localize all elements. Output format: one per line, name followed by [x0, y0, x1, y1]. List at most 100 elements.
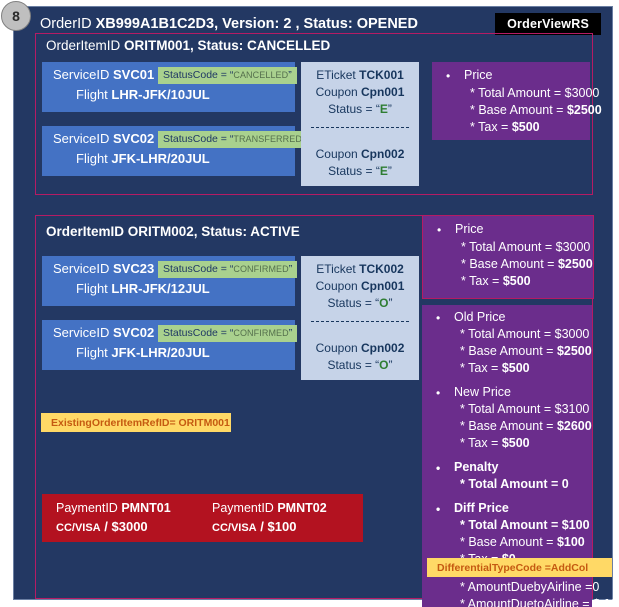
status-code-prefix: StatusCode = “ [163, 263, 234, 275]
coupon-label: Coupon [315, 341, 358, 355]
service-id-label: ServiceID [53, 67, 110, 82]
amount-due-to-airline-label: * AmountDuetoAirline = [460, 597, 594, 607]
payment-method-row: CC/VISA / $3000 [56, 519, 171, 534]
price-heading-text: Price [455, 222, 484, 236]
coupon-label: Coupon [315, 85, 358, 99]
price-base-value: $2500 [557, 257, 593, 271]
step-number-badge: 8 [1, 1, 31, 31]
coupon-1-status-row: Status = “O” [301, 296, 419, 310]
status-code-badge: StatusCode = “CANCELLED” [158, 67, 297, 84]
payment-box[interactable]: PaymentID PMNT01 CC/VISA / $3000 Payment… [42, 494, 363, 542]
service-id-label: ServiceID [53, 131, 110, 146]
payment-method-row: CC/VISA / $100 [212, 519, 327, 534]
price-tax-row: * Tax = $500 [470, 120, 540, 134]
coupon-status-prefix: Status = “ [328, 102, 380, 116]
flight-row: Flight JFK-LHR/20JUL [76, 151, 210, 166]
price-box-item2[interactable]: • Price * Total Amount = $3000 * Base Am… [422, 215, 594, 299]
old-price-base-row: * Base Amount = $2500 [460, 344, 592, 358]
price-heading: • Price [446, 68, 492, 83]
service-id-label: ServiceID [53, 325, 110, 340]
penalty-total-row: * Total Amount = 0 [460, 477, 569, 491]
new-price-base-row: * Base Amount = $2600 [460, 419, 592, 433]
status-code-badge: StatusCode = “CONFIRMED” [158, 325, 298, 342]
service-id-row: ServiceID SVC02 [53, 131, 154, 146]
eticket-number-row: ETicket TCK001 [301, 68, 419, 82]
service-box-svc01[interactable]: ServiceID SVC01 Flight LHR-JFK/10JUL Sta… [42, 62, 297, 112]
eticket-box-tck001[interactable]: ETicket TCK001 Coupon Cpn001 Status = “E… [301, 62, 419, 186]
status-code-badge: StatusCode = “CONFIRMED” [158, 261, 298, 278]
order-id-value: XB999A1B1C2D3, Version: 2 , Status: OPEN… [95, 16, 418, 32]
payment-id-value: PMNT01 [121, 501, 171, 515]
eticket-box-tck002[interactable]: ETicket TCK002 Coupon Cpn001 Status = “O… [301, 256, 419, 380]
order-id-label: OrderID [40, 16, 92, 32]
eticket-label: ETicket [316, 262, 356, 276]
flight-label: Flight [76, 151, 108, 166]
amount-due-to-airline-value: $ 100 [593, 597, 619, 607]
flight-value: JFK-LHR/20JUL [111, 345, 210, 360]
payment-2: PaymentID PMNT02 CC/VISA / $100 [212, 501, 327, 534]
payment-id-label: PaymentID [212, 501, 274, 515]
old-price-total-row: * Total Amount = $3000 [460, 327, 589, 341]
coupon-status-value: E [379, 164, 388, 178]
eticket-number-row: ETicket TCK002 [301, 262, 419, 276]
service-id-value: SVC02 [112, 325, 155, 340]
status-code-prefix: StatusCode = “ [163, 69, 234, 81]
coupon-value: Cpn002 [361, 341, 405, 355]
coupon-status-suffix: ” [388, 296, 393, 310]
coupon-2-row: Coupon Cpn002 [301, 147, 419, 161]
service-id-value: SVC01 [112, 67, 155, 82]
coupon-status-suffix: ” [388, 358, 393, 372]
bullet-icon: • [436, 461, 441, 475]
old-price-base-value: $2500 [556, 344, 592, 358]
service-box-svc02-item2[interactable]: ServiceID SVC02 Flight JFK-LHR/20JUL Sta… [42, 320, 298, 370]
order-header-line: OrderID XB999A1B1C2D3, Version: 2 , Stat… [40, 16, 418, 32]
payment-id-label: PaymentID [56, 501, 118, 515]
price-box-item1[interactable]: • Price * Total Amount = $3000 * Base Am… [432, 62, 602, 140]
coupon-value: Cpn001 [361, 279, 405, 293]
diff-price-heading: • Diff Price [436, 501, 509, 516]
new-price-tax-label: * Tax = [460, 436, 502, 450]
status-code-suffix: ” [288, 327, 293, 339]
diff-base-value: $100 [556, 535, 585, 549]
new-price-base-label: * Base Amount = [460, 419, 557, 433]
price-base-row: * Base Amount = $2500 [461, 257, 593, 271]
coupon-status-value: O [379, 296, 389, 310]
price-airline-amounts-box[interactable]: * AmountDuebyAirline =0 * AmountDuetoAir… [422, 580, 619, 607]
penalty-heading-text: Penalty [454, 460, 499, 474]
price-tax-row: * Tax = $500 [461, 274, 531, 288]
new-price-total-row: * Total Amount = $3100 [460, 402, 589, 416]
service-box-svc02[interactable]: ServiceID SVC02 Flight JFK-LHR/20JUL Sta… [42, 126, 311, 176]
coupon-status-value: E [379, 102, 388, 116]
flight-label: Flight [76, 281, 108, 296]
payment-separator: / [260, 519, 264, 534]
bullet-icon: • [437, 223, 442, 237]
coupon-status-prefix: Status = “ [328, 164, 380, 178]
service-box-svc23[interactable]: ServiceID SVC23 Flight LHR-JFK/12JUL Sta… [42, 256, 298, 306]
flight-value: LHR-JFK/12JUL [111, 281, 210, 296]
coupon-status-value: O [379, 358, 389, 372]
price-heading: • Price [437, 222, 484, 237]
payment-amount: $100 [267, 519, 297, 534]
new-price-base-value: $2600 [556, 419, 592, 433]
payment-id-value: PMNT02 [277, 501, 327, 515]
new-price-tax-value: $500 [501, 436, 530, 450]
old-price-total-value: $3000 [554, 327, 590, 341]
old-price-heading: • Old Price [436, 310, 505, 325]
coupon-status-prefix: Status = “ [327, 296, 380, 310]
coupon-value: Cpn002 [361, 147, 405, 161]
new-price-tax-row: * Tax = $500 [460, 436, 530, 450]
coupon-label: Coupon [315, 279, 358, 293]
eticket-label: ETicket [316, 68, 356, 82]
coupon-value: Cpn001 [361, 85, 405, 99]
diagram-canvas: OrderID XB999A1B1C2D3, Version: 2 , Stat… [0, 0, 619, 607]
coupon-1-row: Coupon Cpn001 [301, 279, 419, 293]
price-base-row: * Base Amount = $2500 [470, 103, 602, 117]
price-detail-box[interactable]: • Old Price * Total Amount = $3000 * Bas… [422, 305, 592, 580]
coupon-1-status-row: Status = “E” [301, 102, 419, 116]
flight-row: Flight JFK-LHR/20JUL [76, 345, 210, 360]
order-item-1-container: OrderItemID ORITM001, Status: CANCELLED … [35, 33, 602, 195]
coupon-2-row: Coupon Cpn002 [301, 341, 419, 355]
price-base-value: $2500 [566, 103, 602, 117]
status-code-value: CONFIRMED [233, 328, 289, 338]
service-id-label: ServiceID [53, 261, 110, 276]
